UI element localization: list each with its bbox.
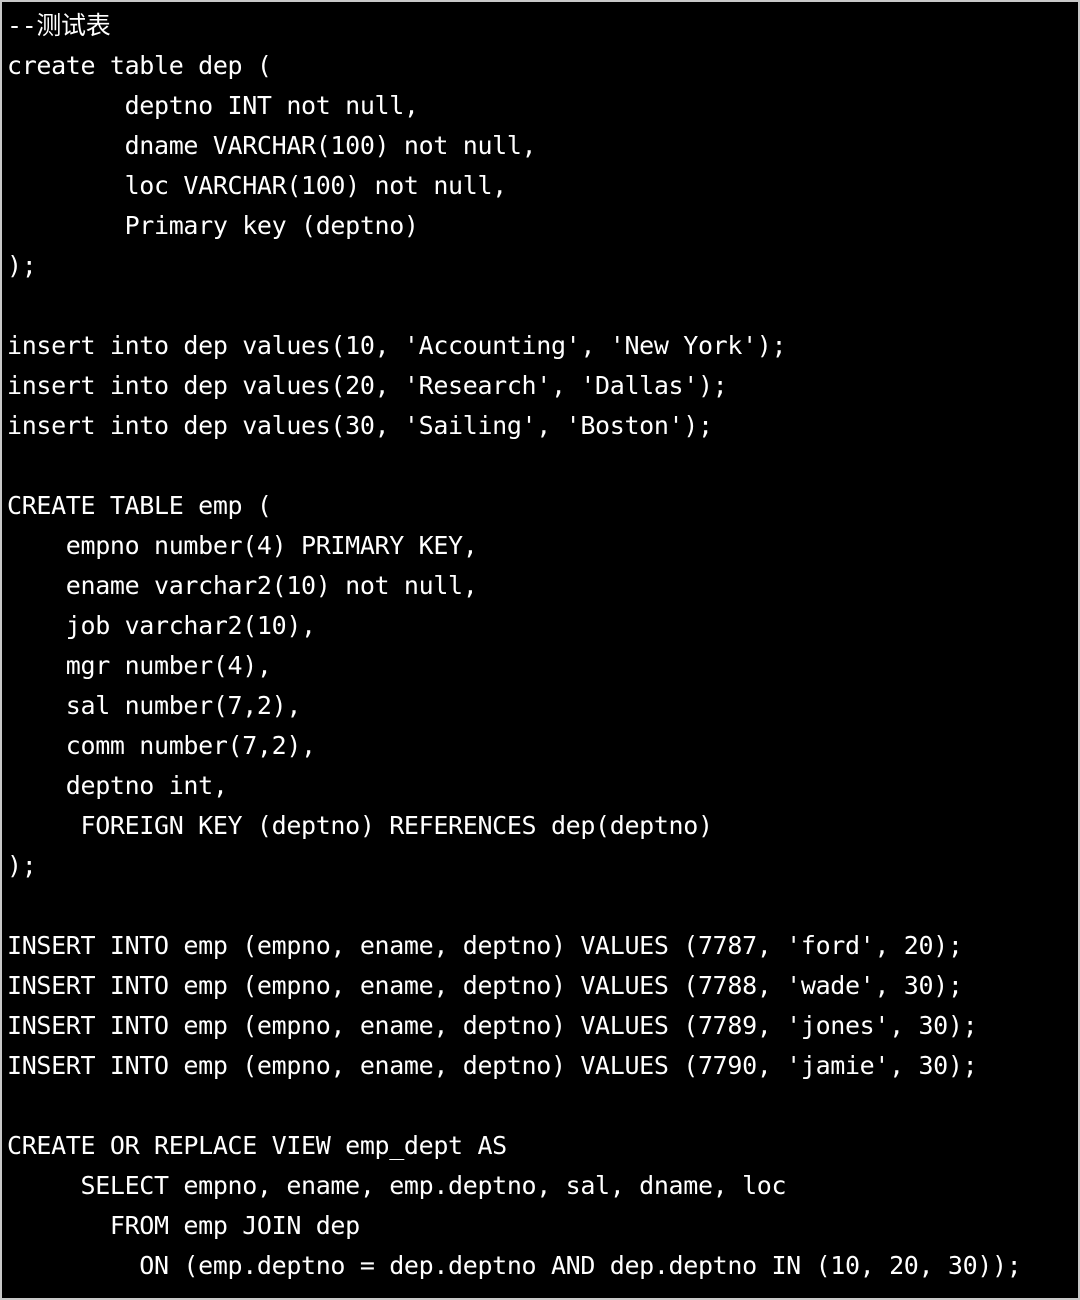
- code-line: Primary key (deptno): [7, 211, 419, 240]
- code-line: deptno INT not null,: [7, 91, 419, 120]
- code-line: ename varchar2(10) not null,: [7, 571, 478, 600]
- code-line: ON (emp.deptno = dep.deptno AND dep.dept…: [7, 1251, 1022, 1280]
- code-line: dname VARCHAR(100) not null,: [7, 131, 537, 160]
- code-line: insert into dep values(20, 'Research', '…: [7, 371, 728, 400]
- code-line: INSERT INTO emp (empno, ename, deptno) V…: [7, 971, 963, 1000]
- code-line: insert into dep values(30, 'Sailing', 'B…: [7, 411, 713, 440]
- code-line: INSERT INTO emp (empno, ename, deptno) V…: [7, 1051, 978, 1080]
- code-line: CREATE TABLE emp (: [7, 491, 272, 520]
- code-line: insert into dep values(10, 'Accounting',…: [7, 331, 787, 360]
- code-line: job varchar2(10),: [7, 611, 316, 640]
- code-line: loc VARCHAR(100) not null,: [7, 171, 508, 200]
- code-line: FROM emp JOIN dep: [7, 1211, 360, 1240]
- code-line: mgr number(4),: [7, 651, 272, 680]
- sql-code-block[interactable]: --测试表 create table dep ( deptno INT not n…: [2, 2, 1078, 1286]
- code-line: empno number(4) PRIMARY KEY,: [7, 531, 478, 560]
- code-line: INSERT INTO emp (empno, ename, deptno) V…: [7, 931, 963, 960]
- code-line: FOREIGN KEY (deptno) REFERENCES dep(dept…: [7, 811, 714, 840]
- code-line: --测试表: [7, 11, 111, 40]
- code-line: INSERT INTO emp (empno, ename, deptno) V…: [7, 1011, 978, 1040]
- code-line: );: [7, 851, 37, 880]
- code-line: create table dep (: [7, 51, 272, 80]
- code-line: deptno int,: [7, 771, 228, 800]
- code-line: sal number(7,2),: [7, 691, 302, 720]
- code-line: SELECT empno, ename, emp.deptno, sal, dn…: [7, 1171, 787, 1200]
- code-line: comm number(7,2),: [7, 731, 316, 760]
- code-editor-viewport: --测试表 create table dep ( deptno INT not n…: [0, 0, 1080, 1300]
- code-line: CREATE OR REPLACE VIEW emp_dept AS: [7, 1131, 507, 1160]
- code-line: );: [7, 251, 37, 280]
